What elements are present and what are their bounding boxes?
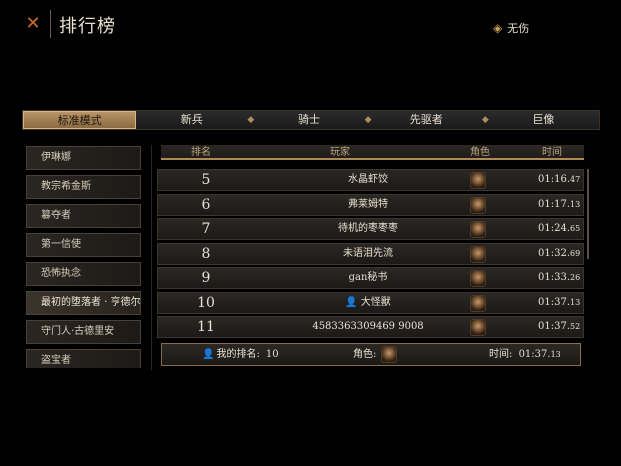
time-cell: 01:33.26 [538, 268, 580, 288]
rank-cell: 6 [201, 196, 211, 213]
mode-tab-bar: 标准模式 新兵 ◆ 骑士 ◆ 先驱者 ◆ 巨像 [22, 110, 600, 130]
tab-pioneer[interactable]: 先驱者 [371, 111, 482, 129]
column-rank: 排名 [191, 147, 211, 158]
time-main: 01:37. [538, 296, 570, 308]
table-row[interactable]: 7 待机的枣枣枣 01:24.65 [157, 218, 584, 240]
role-avatar [470, 294, 486, 312]
time-cell: 01:37.52 [538, 317, 580, 337]
table-row-me[interactable]: 10 👤 大怪獸 01:37.13 [157, 291, 584, 314]
time-ms: 69 [570, 248, 581, 258]
player-cell: 未语泪先流 [288, 244, 448, 264]
difficulty-indicator[interactable]: ◈ 无伤 [493, 20, 529, 36]
my-role-avatar [381, 346, 397, 363]
tab-standard[interactable]: 标准模式 [23, 111, 137, 129]
rank-cell: 5 [201, 172, 211, 188]
role-avatar [470, 196, 486, 214]
leaderboard-rows: 5 水晶虾饺 01:16.47 6 弗莱姆特 01:17.13 7 待机的枣枣枣… [157, 169, 584, 341]
my-time-main: 01:37. [518, 349, 551, 360]
page-title: 排行榜 [59, 16, 116, 37]
time-ms: 65 [570, 224, 581, 233]
tab-colossus[interactable]: 巨像 [488, 111, 599, 129]
role-avatar [470, 270, 486, 287]
player-cell: 待机的枣枣枣 [288, 219, 448, 239]
my-rank-label: 我的排名: [216, 349, 260, 360]
rank-cell: 7 [201, 221, 211, 237]
my-time-label: 时间: [489, 349, 513, 360]
my-rank: 👤 我的排名: 10 [202, 344, 279, 365]
close-button[interactable]: ✕ [22, 13, 44, 35]
time-main: 01:33. [538, 272, 570, 283]
header-divider [50, 10, 51, 38]
boss-item[interactable]: 篡夺者 [26, 204, 141, 228]
rank-cell: 9 [201, 270, 211, 286]
boss-item[interactable]: 第一信使 [26, 233, 141, 257]
boss-item[interactable]: 盗宝者 [26, 349, 141, 368]
player-name: 大怪獸 [360, 296, 391, 308]
player-cell: 弗莱姆特 [288, 195, 448, 215]
time-cell: 01:32.69 [538, 244, 580, 264]
player-name: 待机的枣枣枣 [338, 223, 398, 234]
time-main: 01:17. [538, 198, 570, 210]
tab-recruit[interactable]: 新兵 [136, 111, 247, 129]
time-cell: 01:17.13 [538, 195, 580, 215]
time-ms: 13 [570, 297, 581, 307]
time-ms: 47 [570, 175, 581, 184]
column-time: 时间 [542, 147, 562, 158]
player-name: 4583363309469 9008 [312, 321, 424, 332]
player-cell: gan秘书 [288, 268, 448, 288]
rank-cell: 8 [201, 245, 211, 262]
table-row[interactable]: 9 gan秘书 01:33.26 [157, 267, 584, 289]
player-cell: 水晶虾饺 [288, 170, 448, 190]
my-time: 时间: 01:37.13 [489, 344, 561, 365]
boss-list: 伊琳娜 教宗希金斯 篡夺者 第一信使 恐怖执念 最初的堕落者 · 亨德尔 守门人… [26, 146, 141, 368]
time-main: 01:24. [538, 223, 570, 234]
rank-cell: 10 [197, 294, 215, 311]
user-icon: 👤 [345, 296, 358, 308]
time-main: 01:16. [538, 174, 570, 185]
close-x-icon: ✕ [25, 13, 41, 34]
user-icon: 👤 [202, 349, 215, 360]
my-rank-value: 10 [265, 349, 279, 360]
difficulty-label: 无伤 [507, 22, 530, 35]
table-row[interactable]: 6 弗莱姆特 01:17.13 [157, 193, 584, 216]
time-ms: 26 [570, 273, 581, 282]
sidebar-scrollbar[interactable] [151, 145, 152, 370]
boss-item[interactable]: 守门人·古德里安 [26, 320, 141, 344]
time-main: 01:32. [538, 247, 570, 259]
player-cell: 👤 大怪獸 [288, 293, 448, 313]
time-main: 01:37. [538, 321, 570, 332]
player-name: 水晶虾饺 [348, 174, 388, 185]
role-avatar [470, 319, 486, 336]
table-row[interactable]: 11 4583363309469 9008 01:37.52 [157, 316, 584, 338]
my-rank-bar: 👤 我的排名: 10 角色: 时间: 01:37.13 [161, 343, 581, 366]
table-row[interactable]: 8 未语泪先流 01:32.69 [157, 242, 584, 265]
role-avatar [470, 221, 486, 238]
player-name: 未语泪先流 [343, 247, 393, 259]
time-ms: 13 [570, 199, 581, 209]
my-time-ms: 13 [550, 350, 561, 359]
boss-item[interactable]: 教宗希金斯 [26, 175, 141, 199]
leaderboard-scrollbar[interactable] [587, 169, 589, 259]
column-role: 角色 [470, 147, 490, 158]
time-cell: 01:24.65 [538, 219, 580, 239]
time-ms: 52 [570, 322, 581, 331]
column-player: 玩家 [330, 147, 350, 158]
boss-item[interactable]: 恐怖执念 [26, 262, 141, 286]
player-name: gan秘书 [348, 272, 388, 283]
boss-item-selected[interactable]: 最初的堕落者 · 亨德尔 [26, 291, 141, 315]
diamond-icon: ◈ [493, 21, 503, 35]
rank-cell: 11 [197, 319, 215, 335]
leaderboard-header: 排名 玩家 角色 时间 [161, 145, 584, 160]
player-cell: 4583363309469 9008 [288, 317, 448, 337]
role-avatar [470, 245, 486, 263]
my-role-label: 角色: [353, 349, 377, 360]
time-cell: 01:16.47 [538, 170, 580, 190]
time-cell: 01:37.13 [538, 293, 580, 313]
table-row[interactable]: 5 水晶虾饺 01:16.47 [157, 169, 584, 191]
tab-knight[interactable]: 骑士 [253, 111, 364, 129]
role-avatar [470, 172, 486, 189]
player-name: 弗莱姆特 [348, 198, 388, 210]
boss-item[interactable]: 伊琳娜 [26, 146, 141, 170]
